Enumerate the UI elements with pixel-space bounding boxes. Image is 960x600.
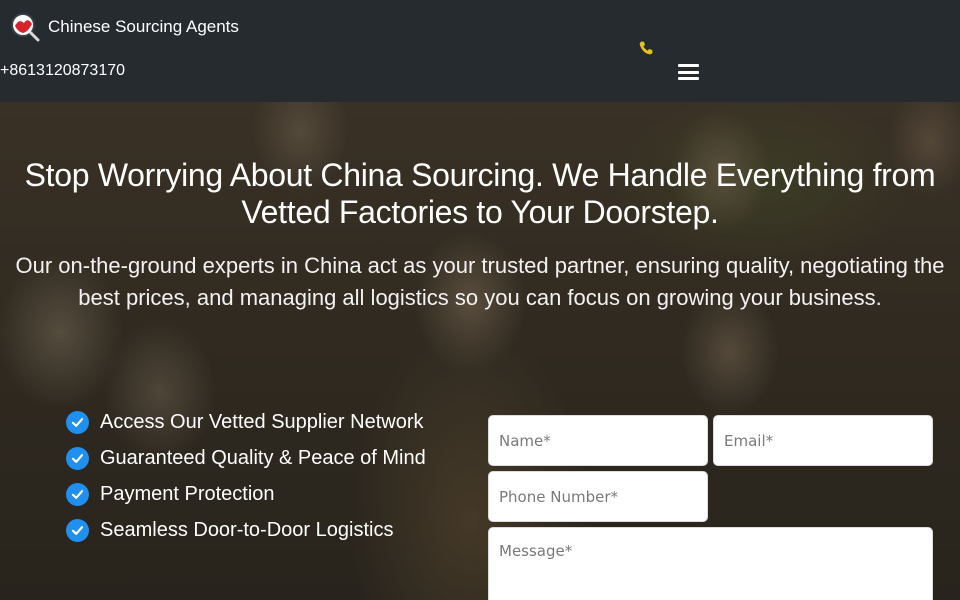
name-field[interactable] bbox=[488, 415, 708, 466]
feature-label: Payment Protection bbox=[100, 482, 275, 505]
list-item: Payment Protection bbox=[66, 476, 426, 512]
message-field[interactable] bbox=[488, 527, 933, 600]
feature-label: Seamless Door-to-Door Logistics bbox=[100, 518, 394, 541]
phone-icon[interactable] bbox=[638, 40, 654, 56]
brand-name[interactable]: Chinese Sourcing Agents bbox=[48, 17, 239, 37]
check-circle-icon bbox=[66, 446, 89, 470]
list-item: Access Our Vetted Supplier Network bbox=[66, 404, 426, 440]
list-item: Guaranteed Quality & Peace of Mind bbox=[66, 440, 426, 476]
phone-number-link[interactable]: +8613120873170 bbox=[0, 62, 125, 80]
list-item: Seamless Door-to-Door Logistics bbox=[66, 512, 426, 548]
check-circle-icon bbox=[66, 482, 89, 506]
feature-list: Access Our Vetted Supplier Network Guara… bbox=[66, 404, 426, 548]
magnifier-logo-icon[interactable] bbox=[10, 12, 40, 42]
feature-label: Access Our Vetted Supplier Network bbox=[100, 410, 424, 433]
hamburger-menu-icon[interactable] bbox=[678, 64, 699, 80]
email-field[interactable] bbox=[713, 415, 933, 466]
site-header: Chinese Sourcing Agents +8613120873170 bbox=[0, 0, 960, 102]
hero-headline: Stop Worrying About China Sourcing. We H… bbox=[24, 157, 936, 230]
check-circle-icon bbox=[66, 518, 89, 542]
hero-subheadline: Our on-the-ground experts in China act a… bbox=[15, 253, 945, 310]
phone-number-field[interactable] bbox=[488, 471, 708, 522]
feature-label: Guaranteed Quality & Peace of Mind bbox=[100, 446, 426, 469]
hero-section: Stop Worrying About China Sourcing. We H… bbox=[0, 102, 960, 600]
check-circle-icon bbox=[66, 410, 89, 434]
